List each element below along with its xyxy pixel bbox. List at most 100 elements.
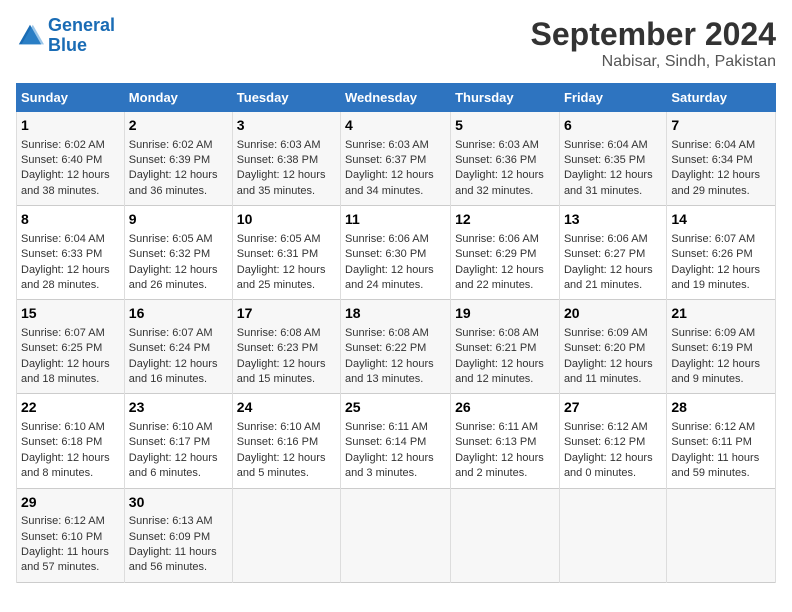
day-cell: 30Sunrise: 6:13 AMSunset: 6:09 PMDayligh… <box>124 488 232 582</box>
header-cell-monday: Monday <box>124 84 232 112</box>
day-number: 18 <box>345 304 446 324</box>
day-info: Sunrise: 6:04 AMSunset: 6:33 PMDaylight:… <box>21 233 110 291</box>
day-cell: 18 Sunrise: 6:08 AMSunset: 6:22 PMDayligh… <box>341 300 451 394</box>
page-title: September 2024 <box>531 16 776 53</box>
day-number: 20 <box>564 304 662 324</box>
day-info: Sunrise: 6:12 AMSunset: 6:10 PMDaylight:… <box>21 515 109 573</box>
day-number: 27 <box>564 398 662 418</box>
day-info: Sunrise: 6:06 AMSunset: 6:27 PMDaylight:… <box>564 233 653 291</box>
day-info: Sunrise: 6:11 AMSunset: 6:14 PMDaylight:… <box>345 421 434 479</box>
day-number: 13 <box>564 210 662 230</box>
day-cell <box>341 488 451 582</box>
day-cell: 10 Sunrise: 6:05 AMSunset: 6:31 PMDayligh… <box>232 206 340 300</box>
day-cell: 23 Sunrise: 6:10 AMSunset: 6:17 PMDayligh… <box>124 394 232 488</box>
page-subtitle: Nabisar, Sindh, Pakistan <box>531 53 776 71</box>
day-cell: 4 Sunrise: 6:03 AMSunset: 6:37 PMDaylight… <box>341 112 451 206</box>
header-cell-saturday: Saturday <box>667 84 776 112</box>
day-number: 23 <box>129 398 228 418</box>
day-cell: 17 Sunrise: 6:08 AMSunset: 6:23 PMDayligh… <box>232 300 340 394</box>
day-info: Sunrise: 6:07 AMSunset: 6:26 PMDaylight:… <box>671 233 760 291</box>
day-number: 3 <box>237 116 336 136</box>
day-cell: 5 Sunrise: 6:03 AMSunset: 6:36 PMDaylight… <box>451 112 560 206</box>
day-number: 30 <box>129 493 228 513</box>
day-info: Sunrise: 6:11 AMSunset: 6:13 PMDaylight:… <box>455 421 544 479</box>
day-cell: 22Sunrise: 6:10 AMSunset: 6:18 PMDayligh… <box>17 394 125 488</box>
header-cell-friday: Friday <box>559 84 666 112</box>
page-header: General Blue September 2024 Nabisar, Sin… <box>16 16 776 71</box>
day-cell: 6Sunrise: 6:04 AMSunset: 6:35 PMDaylight… <box>559 112 666 206</box>
day-info: Sunrise: 6:08 AMSunset: 6:22 PMDaylight:… <box>345 327 434 385</box>
day-cell: 11 Sunrise: 6:06 AMSunset: 6:30 PMDayligh… <box>341 206 451 300</box>
day-info: Sunrise: 6:13 AMSunset: 6:09 PMDaylight:… <box>129 515 217 573</box>
day-info: Sunrise: 6:03 AMSunset: 6:38 PMDaylight:… <box>237 139 326 197</box>
day-info: Sunrise: 6:06 AMSunset: 6:30 PMDaylight:… <box>345 233 434 291</box>
day-cell: 1Sunrise: 6:02 AMSunset: 6:40 PMDaylight… <box>17 112 125 206</box>
day-number: 12 <box>455 210 555 230</box>
day-number: 7 <box>671 116 771 136</box>
day-info: Sunrise: 6:10 AMSunset: 6:16 PMDaylight:… <box>237 421 326 479</box>
day-cell: 26 Sunrise: 6:11 AMSunset: 6:13 PMDayligh… <box>451 394 560 488</box>
logo-text: General Blue <box>48 16 115 56</box>
day-number: 29 <box>21 493 120 513</box>
day-number: 4 <box>345 116 446 136</box>
week-row-2: 8 Sunrise: 6:04 AMSunset: 6:33 PMDaylight… <box>17 206 776 300</box>
day-cell: 12Sunrise: 6:06 AMSunset: 6:29 PMDayligh… <box>451 206 560 300</box>
day-number: 10 <box>237 210 336 230</box>
day-number: 11 <box>345 210 446 230</box>
day-cell: 21Sunrise: 6:09 AMSunset: 6:19 PMDayligh… <box>667 300 776 394</box>
day-cell: 20 Sunrise: 6:09 AMSunset: 6:20 PMDayligh… <box>559 300 666 394</box>
day-number: 5 <box>455 116 555 136</box>
header-cell-tuesday: Tuesday <box>232 84 340 112</box>
day-cell <box>559 488 666 582</box>
week-row-1: 1Sunrise: 6:02 AMSunset: 6:40 PMDaylight… <box>17 112 776 206</box>
day-number: 2 <box>129 116 228 136</box>
day-number: 14 <box>671 210 771 230</box>
day-number: 21 <box>671 304 771 324</box>
day-number: 25 <box>345 398 446 418</box>
day-cell: 16 Sunrise: 6:07 AMSunset: 6:24 PMDayligh… <box>124 300 232 394</box>
day-number: 28 <box>671 398 771 418</box>
logo: General Blue <box>16 16 115 56</box>
day-cell: 2 Sunrise: 6:02 AMSunset: 6:39 PMDaylight… <box>124 112 232 206</box>
day-info: Sunrise: 6:07 AMSunset: 6:24 PMDaylight:… <box>129 327 218 385</box>
day-cell: 19Sunrise: 6:08 AMSunset: 6:21 PMDayligh… <box>451 300 560 394</box>
week-row-4: 22Sunrise: 6:10 AMSunset: 6:18 PMDayligh… <box>17 394 776 488</box>
day-cell: 24Sunrise: 6:10 AMSunset: 6:16 PMDayligh… <box>232 394 340 488</box>
day-info: Sunrise: 6:04 AMSunset: 6:34 PMDaylight:… <box>671 139 760 197</box>
day-cell: 27Sunrise: 6:12 AMSunset: 6:12 PMDayligh… <box>559 394 666 488</box>
day-number: 15 <box>21 304 120 324</box>
day-number: 6 <box>564 116 662 136</box>
day-cell: 9 Sunrise: 6:05 AMSunset: 6:32 PMDaylight… <box>124 206 232 300</box>
logo-icon <box>16 22 44 50</box>
day-info: Sunrise: 6:09 AMSunset: 6:20 PMDaylight:… <box>564 327 653 385</box>
header-cell-thursday: Thursday <box>451 84 560 112</box>
day-cell: 8 Sunrise: 6:04 AMSunset: 6:33 PMDaylight… <box>17 206 125 300</box>
day-info: Sunrise: 6:05 AMSunset: 6:32 PMDaylight:… <box>129 233 218 291</box>
day-cell: 3 Sunrise: 6:03 AMSunset: 6:38 PMDaylight… <box>232 112 340 206</box>
day-info: Sunrise: 6:07 AMSunset: 6:25 PMDaylight:… <box>21 327 110 385</box>
day-number: 17 <box>237 304 336 324</box>
week-row-3: 15 Sunrise: 6:07 AMSunset: 6:25 PMDayligh… <box>17 300 776 394</box>
header-cell-sunday: Sunday <box>17 84 125 112</box>
day-number: 9 <box>129 210 228 230</box>
day-info: Sunrise: 6:05 AMSunset: 6:31 PMDaylight:… <box>237 233 326 291</box>
day-cell <box>232 488 340 582</box>
title-block: September 2024 Nabisar, Sindh, Pakistan <box>531 16 776 71</box>
day-info: Sunrise: 6:10 AMSunset: 6:18 PMDaylight:… <box>21 421 110 479</box>
day-number: 16 <box>129 304 228 324</box>
day-cell: 15 Sunrise: 6:07 AMSunset: 6:25 PMDayligh… <box>17 300 125 394</box>
day-info: Sunrise: 6:10 AMSunset: 6:17 PMDaylight:… <box>129 421 218 479</box>
day-cell: 14 Sunrise: 6:07 AMSunset: 6:26 PMDayligh… <box>667 206 776 300</box>
day-cell: 28Sunrise: 6:12 AMSunset: 6:11 PMDayligh… <box>667 394 776 488</box>
day-cell: 13 Sunrise: 6:06 AMSunset: 6:27 PMDayligh… <box>559 206 666 300</box>
day-info: Sunrise: 6:02 AMSunset: 6:39 PMDaylight:… <box>129 139 218 197</box>
day-info: Sunrise: 6:08 AMSunset: 6:23 PMDaylight:… <box>237 327 326 385</box>
day-number: 8 <box>21 210 120 230</box>
day-cell: 25 Sunrise: 6:11 AMSunset: 6:14 PMDayligh… <box>341 394 451 488</box>
calendar-table: SundayMondayTuesdayWednesdayThursdayFrid… <box>16 83 776 583</box>
day-info: Sunrise: 6:03 AMSunset: 6:37 PMDaylight:… <box>345 139 434 197</box>
day-info: Sunrise: 6:03 AMSunset: 6:36 PMDaylight:… <box>455 139 544 197</box>
day-cell <box>667 488 776 582</box>
header-row: SundayMondayTuesdayWednesdayThursdayFrid… <box>17 84 776 112</box>
day-number: 26 <box>455 398 555 418</box>
